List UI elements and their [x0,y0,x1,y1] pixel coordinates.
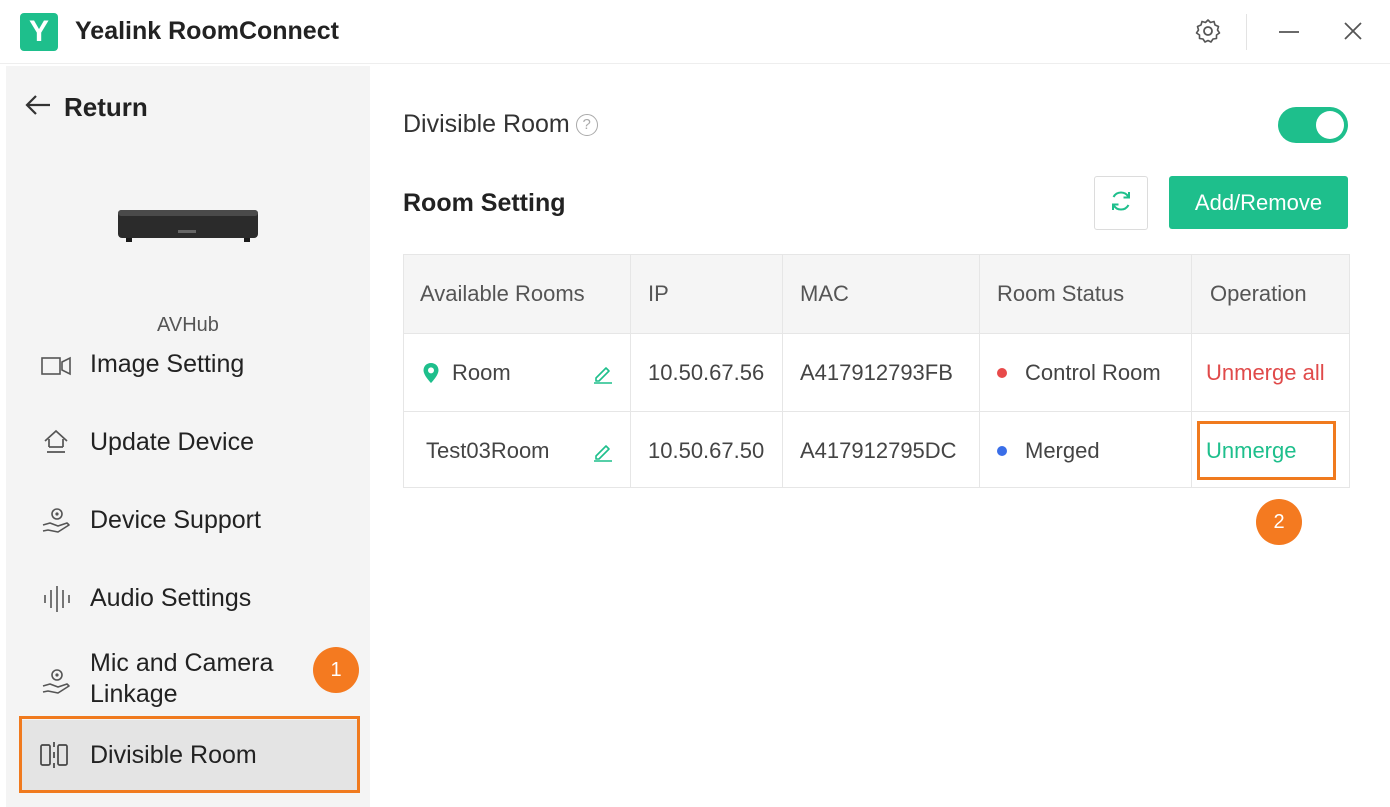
unmerge-all-link[interactable]: Unmerge all [1206,334,1325,411]
room-cell: Room [422,334,511,411]
column-divider [782,255,783,487]
close-icon[interactable] [1338,16,1368,46]
sidebar-item-image-setting[interactable]: Image Setting [6,354,370,404]
room-setting-title: Room Setting [403,189,566,217]
table-row: Room 10.50.67.56 A417912793FB Control Ro… [404,333,1349,411]
minimize-icon[interactable] [1274,16,1304,46]
edit-room-name-icon[interactable] [592,412,614,489]
ip-cell: 10.50.67.56 [648,359,765,385]
linkage-icon [40,666,72,698]
sidebar-item-update-device[interactable]: Update Device [6,404,370,482]
sidebar-item-label: Image Setting [90,354,245,378]
support-icon [40,505,72,537]
highlight-box-unmerge [1197,421,1336,480]
return-button[interactable]: Return [24,92,148,122]
column-header-mac: MAC [800,280,849,306]
column-header-ip: IP [648,280,669,306]
return-label: Return [64,91,148,122]
column-divider [1191,255,1192,487]
room-name: Test03Room [426,437,550,463]
sidebar-item-label: Update Device [90,428,254,456]
add-remove-button[interactable]: Add/Remove [1169,176,1348,229]
sidebar-item-audio-settings[interactable]: Audio Settings [6,560,370,638]
column-header-operation: Operation [1210,280,1307,306]
column-header-available-rooms: Available Rooms [420,280,585,306]
titlebar-separator [1246,14,1247,50]
highlight-box-divisible-room [19,716,360,793]
title-bar: Y Yealink RoomConnect [0,0,1390,64]
divisible-room-heading: Divisible Room ? [403,110,598,139]
sidebar: Return AVHub Image Setting Update Device [6,66,370,807]
room-name: Room [452,359,511,385]
step-badge-1: 1 [313,647,359,693]
location-pin-icon [422,362,440,384]
device-name: AVHub [157,314,219,336]
ip-cell: 10.50.67.50 [648,437,765,463]
mac-cell: A417912793FB [800,359,953,385]
divisible-room-toggle[interactable] [1278,107,1348,143]
table-header-row: Available Rooms IP MAC Room Status Opera… [404,255,1349,333]
gear-icon[interactable] [1193,16,1223,46]
main-panel: Divisible Room ? Room Setting Add/Remove… [370,66,1390,807]
status-text: Merged [1025,437,1100,463]
status-text: Control Room [1025,359,1161,385]
status-cell: Control Room [997,334,1161,411]
image-setting-icon [40,354,72,382]
status-cell: Merged [997,412,1100,489]
app-title: Yealink RoomConnect [75,17,339,45]
refresh-icon [1108,188,1134,219]
help-icon[interactable]: ? [575,113,598,136]
update-icon [40,426,72,458]
column-header-room-status: Room Status [997,280,1125,306]
edit-room-name-icon[interactable] [592,334,614,411]
device-image [116,206,260,244]
mac-cell: A417912795DC [800,437,957,463]
sidebar-item-label: Audio Settings [90,584,252,612]
step-badge-2: 2 [1256,499,1302,545]
status-dot-red [997,367,1007,378]
status-dot-blue [997,445,1007,456]
sidebar-item-label: Device Support [90,506,261,534]
toggle-knob [1316,111,1344,139]
refresh-button[interactable] [1094,176,1148,230]
divisible-room-label: Divisible Room [403,110,570,138]
column-divider [630,255,631,487]
app-logo: Y [20,13,58,51]
sidebar-item-device-support[interactable]: Device Support [6,482,370,560]
column-divider [979,255,980,487]
arrow-left-icon [24,93,52,122]
audio-wave-icon [40,583,72,615]
sidebar-item-label-line2: Linkage [90,680,178,708]
sidebar-item-label-line1: Mic and Camera [90,649,274,677]
